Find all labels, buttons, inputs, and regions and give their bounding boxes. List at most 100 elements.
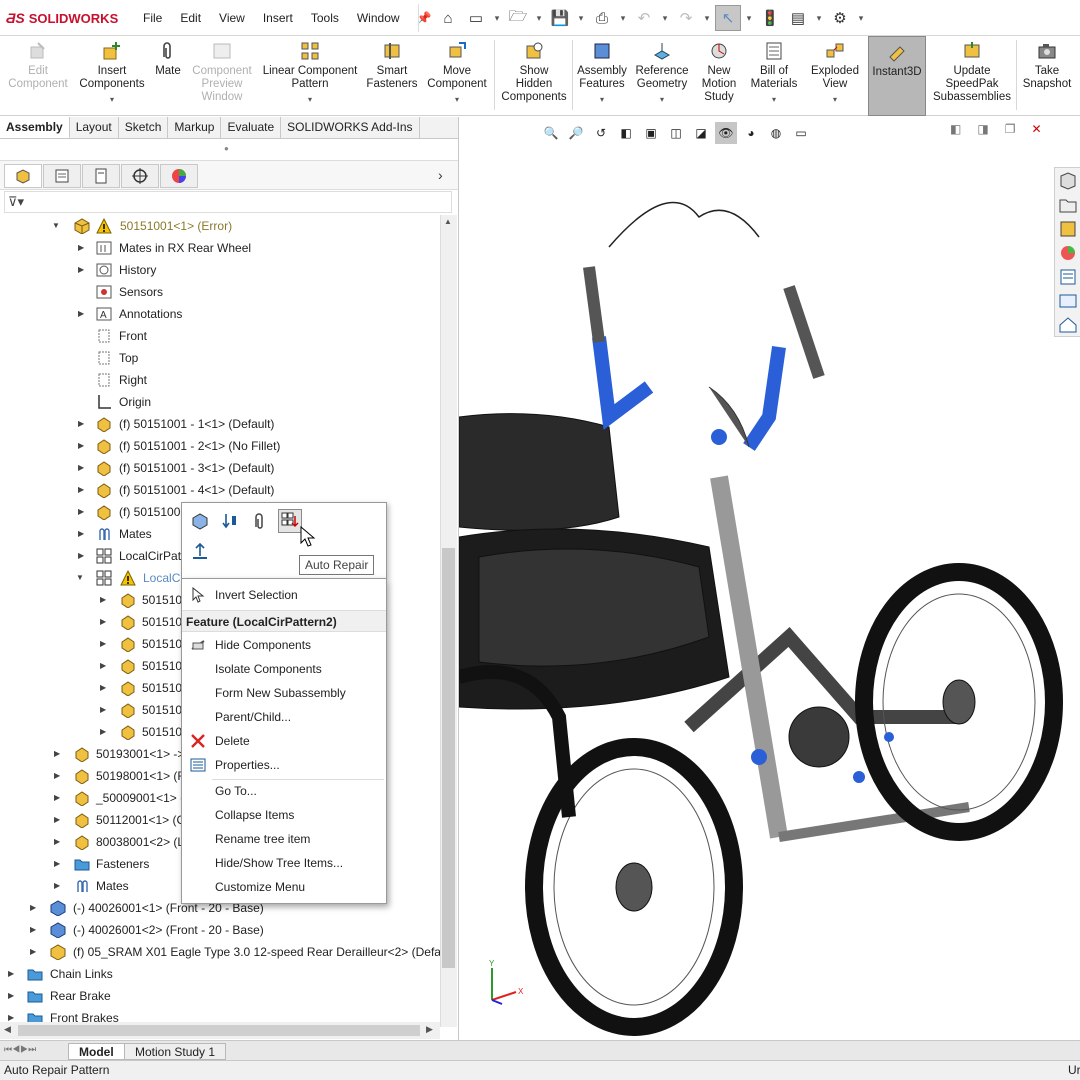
undo-dropdown-icon[interactable]: ▾ <box>659 5 671 31</box>
edit-feature-icon[interactable] <box>188 509 212 533</box>
expand-arrow-icon[interactable]: ▶ <box>54 875 60 897</box>
menu-item-rename-tree-item[interactable]: Rename tree item <box>182 827 386 851</box>
show-hidden-button[interactable]: Show Hidden Components <box>498 36 570 116</box>
new-document-icon[interactable]: ▭ <box>463 5 489 31</box>
apply-scene-icon[interactable]: ◍ <box>765 122 787 144</box>
new-dropdown-icon[interactable]: ▾ <box>491 5 503 31</box>
expand-arrow-icon[interactable]: ▶ <box>78 237 84 259</box>
instant3d-button[interactable]: Instant3D <box>868 36 926 116</box>
new-motion-study-button[interactable]: New Motion Study <box>694 36 744 116</box>
chevron-right-icon[interactable]: › <box>438 167 443 183</box>
exploded-view-dropdown-icon[interactable]: ▾ <box>833 93 837 106</box>
design-library-icon[interactable] <box>1058 195 1078 215</box>
auto-repair-icon[interactable] <box>278 509 302 533</box>
options-dropdown-icon[interactable]: ▾ <box>855 5 867 31</box>
expand-arrow-icon[interactable]: ▶ <box>8 963 14 985</box>
take-snapshot-button[interactable]: Take Snapshot <box>1018 36 1076 116</box>
expand-arrow-icon[interactable]: ▶ <box>8 985 14 1007</box>
expand-arrow-icon[interactable]: ▶ <box>54 743 60 765</box>
expand-arrow-icon[interactable]: ▶ <box>30 941 36 963</box>
view-palette-icon[interactable] <box>1058 291 1078 311</box>
filter-icon[interactable]: ⊽▾ <box>8 194 24 210</box>
paperclip-icon[interactable] <box>248 509 272 533</box>
menu-item-isolate-components[interactable]: Isolate Components <box>182 657 386 681</box>
previous-window-icon[interactable]: ◧ <box>950 122 961 136</box>
menu-tools[interactable]: Tools <box>302 0 348 36</box>
menu-item-hide-show-tree-items[interactable]: Hide/Show Tree Items... <box>182 851 386 875</box>
open-dropdown-icon[interactable]: ▾ <box>533 5 545 31</box>
menu-item-properties[interactable]: Properties... <box>182 753 386 777</box>
redo-icon[interactable]: ↷ <box>673 5 699 31</box>
dimxpert-tab-icon[interactable] <box>121 164 159 188</box>
mate-button[interactable]: Mate <box>150 36 186 116</box>
expand-arrow-icon[interactable]: ▶ <box>30 897 36 919</box>
scroll-left-icon[interactable]: ◀ <box>4 1024 11 1035</box>
select-dropdown-icon[interactable]: ▾ <box>743 5 755 31</box>
menu-item-collapse-items[interactable]: Collapse Items <box>182 803 386 827</box>
appearances-icon[interactable] <box>1058 243 1078 263</box>
print-icon[interactable]: ⎙ <box>589 5 615 31</box>
tab-model[interactable]: Model <box>68 1043 125 1060</box>
expand-arrow-icon[interactable]: ▶ <box>78 479 84 501</box>
tab-sketch[interactable]: Sketch <box>119 117 169 138</box>
normal-to-icon[interactable] <box>188 539 212 563</box>
redo-dropdown-icon[interactable]: ▾ <box>701 5 713 31</box>
insert-components-dropdown-icon[interactable]: ▾ <box>110 93 114 106</box>
expand-arrow-icon[interactable]: ▶ <box>100 633 106 655</box>
expand-arrow-icon[interactable]: ▶ <box>78 457 84 479</box>
expand-arrow-icon[interactable]: ▶ <box>100 589 106 611</box>
solidworks-resources-icon[interactable] <box>1058 171 1078 191</box>
collapse-arrow-icon[interactable]: ▼ <box>52 215 60 237</box>
rebuild-traffic-light-icon[interactable]: 🚦 <box>757 5 783 31</box>
expand-arrow-icon[interactable]: ▶ <box>78 303 84 325</box>
move-component-dropdown-icon[interactable]: ▾ <box>455 93 459 106</box>
scroll-up-icon[interactable]: ▲ <box>444 217 452 226</box>
tree-vertical-scroll-thumb[interactable] <box>442 548 455 968</box>
edit-component-button[interactable]: Edit Component <box>4 36 72 116</box>
edit-appearance-icon[interactable]: ◕ <box>740 122 762 144</box>
expand-arrow-icon[interactable]: ▶ <box>54 831 60 853</box>
expand-arrow-icon[interactable]: ▶ <box>78 523 84 545</box>
zoom-to-area-icon[interactable]: 🔎 <box>565 122 587 144</box>
menu-item-go-to[interactable]: Go To... <box>182 779 386 803</box>
file-properties-dropdown-icon[interactable]: ▾ <box>813 5 825 31</box>
tab-assembly[interactable]: Assembly <box>0 117 70 138</box>
next-window-icon[interactable]: ◨ <box>977 122 988 136</box>
view-orientation-icon[interactable]: ◫ <box>665 122 687 144</box>
save-dropdown-icon[interactable]: ▾ <box>575 5 587 31</box>
insert-components-button[interactable]: Insert Components ▾ <box>74 36 150 116</box>
component-preview-button[interactable]: Component Preview Window <box>188 36 256 116</box>
menu-file[interactable]: File <box>134 0 171 36</box>
update-speedpak-button[interactable]: Update SpeedPak Subassemblies <box>930 36 1014 116</box>
expand-arrow-icon[interactable]: ▶ <box>78 435 84 457</box>
expand-arrow-icon[interactable]: ▶ <box>78 545 84 567</box>
smart-fasteners-button[interactable]: Smart Fasteners <box>364 36 420 116</box>
menu-item-form-new-subassembly[interactable]: Form New Subassembly <box>182 681 386 705</box>
reference-geometry-dropdown-icon[interactable]: ▾ <box>660 93 664 106</box>
graphics-area[interactable] <box>458 117 1080 1040</box>
assembly-features-button[interactable]: Assembly Features ▾ <box>574 36 630 116</box>
select-arrow-icon[interactable]: ↖ <box>715 5 741 31</box>
scroll-right-icon[interactable]: ▶ <box>426 1024 433 1035</box>
reference-geometry-button[interactable]: Reference Geometry ▾ <box>632 36 692 116</box>
dynamic-annotation-icon[interactable]: ▣ <box>640 122 662 144</box>
menu-item-delete[interactable]: Delete <box>182 729 386 753</box>
assembly-features-dropdown-icon[interactable]: ▾ <box>600 93 604 106</box>
zoom-to-fit-icon[interactable]: 🔍 <box>540 122 562 144</box>
menu-item-invert-selection[interactable]: Invert Selection <box>182 583 386 607</box>
menu-edit[interactable]: Edit <box>171 0 210 36</box>
expand-arrow-icon[interactable]: ▶ <box>78 259 84 281</box>
menu-insert[interactable]: Insert <box>254 0 302 36</box>
expand-arrow-icon[interactable]: ▶ <box>100 699 106 721</box>
tab-evaluate[interactable]: Evaluate <box>221 117 282 138</box>
menu-view[interactable]: View <box>210 0 254 36</box>
view-settings-icon[interactable]: ▭ <box>790 122 812 144</box>
restore-window-icon[interactable]: ❐ <box>1005 122 1016 136</box>
panel-grip[interactable]: ● <box>0 140 458 160</box>
menu-item-parent-child[interactable]: Parent/Child... <box>182 705 386 729</box>
options-gear-icon[interactable]: ⚙ <box>827 5 853 31</box>
print-dropdown-icon[interactable]: ▾ <box>617 5 629 31</box>
display-manager-tab-icon[interactable] <box>160 164 198 188</box>
expand-arrow-icon[interactable]: ▶ <box>100 611 106 633</box>
move-component-button[interactable]: Move Component ▾ <box>422 36 492 116</box>
